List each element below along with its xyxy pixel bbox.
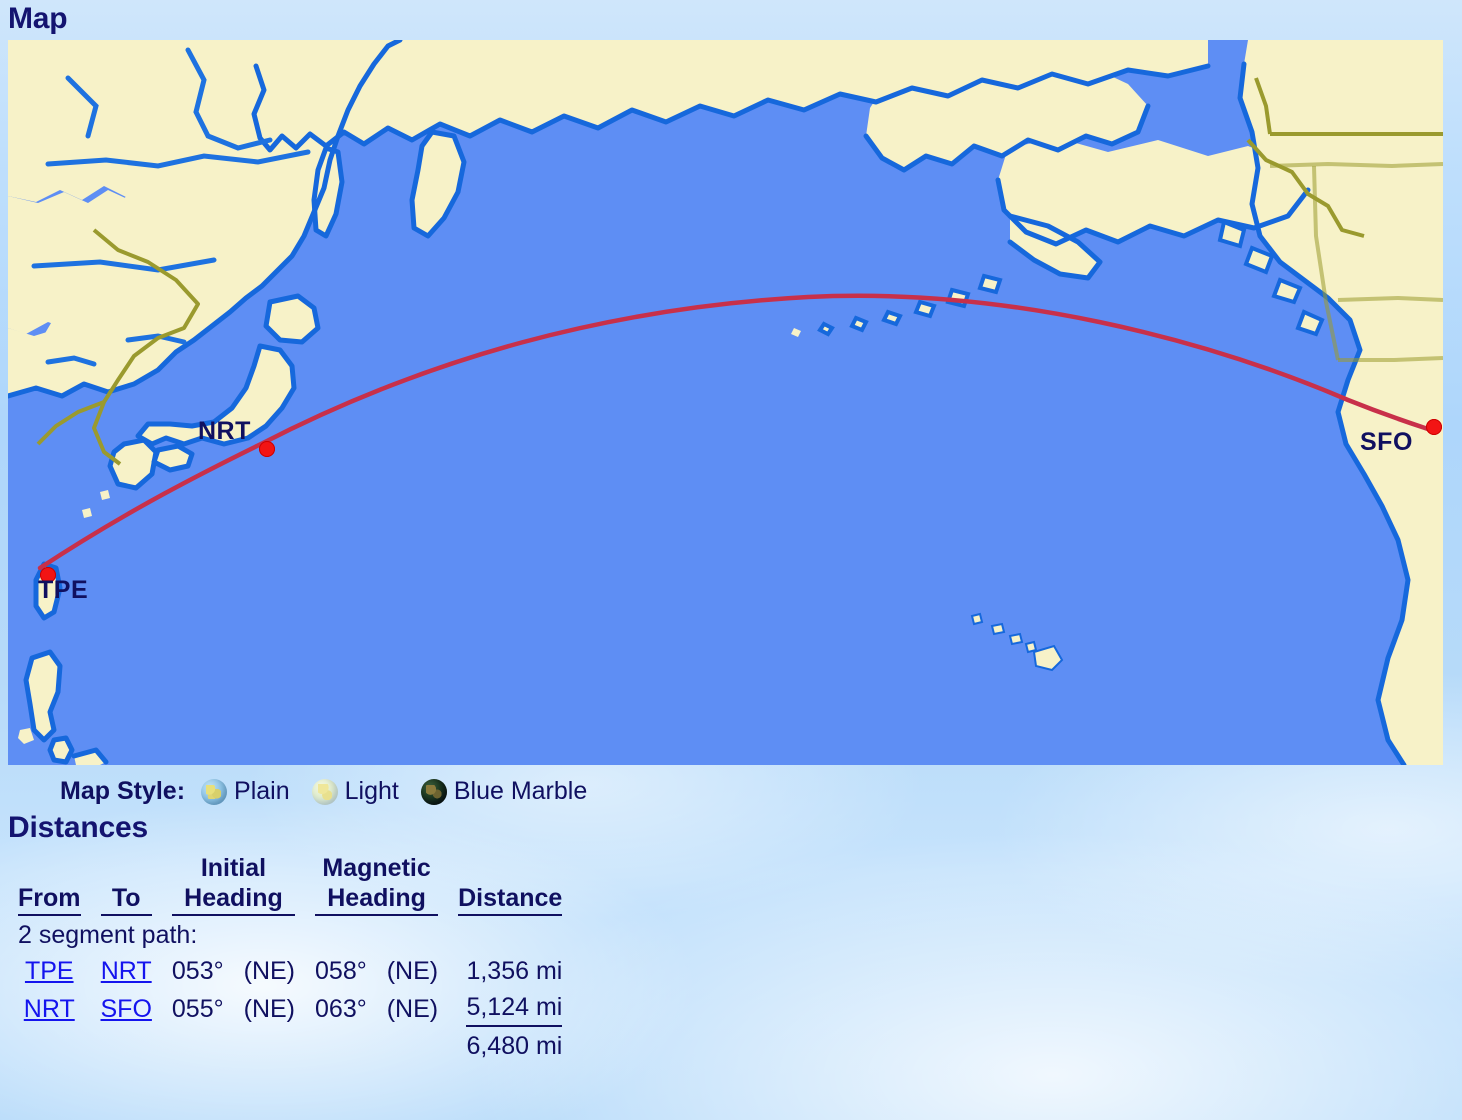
total-spacer xyxy=(8,1028,448,1064)
row-1-distance: 5,124 mi xyxy=(466,990,563,1027)
row-0-magnetic-heading: 058° xyxy=(315,957,367,985)
marker-sfo[interactable] xyxy=(1426,419,1442,435)
row-1-magnetic-heading: 063° xyxy=(315,994,367,1023)
segment-path-header-row: 2 segment path: xyxy=(8,917,572,953)
map-style-option-blue-marble[interactable]: Blue Marble xyxy=(420,777,588,806)
column-initial-heading: Initial Heading xyxy=(162,853,305,917)
globe-icon xyxy=(201,778,228,805)
table-row: TPE NRT 053° (NE) 058° (NE) 1,356 mi xyxy=(8,953,572,989)
row-1-to-cell: SFO xyxy=(91,989,162,1028)
column-initial-heading-label: Heading xyxy=(171,883,296,916)
map-graphic[interactable] xyxy=(8,40,1443,765)
marker-tpe[interactable] xyxy=(40,567,56,583)
row-0-magnetic-direction: (NE) xyxy=(386,957,439,985)
airport-link-from-1[interactable]: NRT xyxy=(24,995,75,1023)
map-style-option-light[interactable]: Light xyxy=(311,777,399,806)
column-to-label: To xyxy=(100,883,152,916)
segment-path-header: 2 segment path: xyxy=(18,921,198,949)
map-style-row: Map Style: Plain Light Blue Marble xyxy=(0,765,1462,809)
row-1-initial-heading: 055° xyxy=(171,994,224,1023)
globe-icon xyxy=(311,778,338,805)
row-1-magnetic-direction: (NE) xyxy=(386,994,439,1023)
column-initial-heading-top: Initial xyxy=(200,854,267,882)
distances-table: From To Initial Heading Magnetic Heading… xyxy=(8,853,572,1064)
column-distance-label: Distance xyxy=(458,883,563,916)
map-canvas[interactable]: TPE NRT SFO xyxy=(8,40,1443,765)
map-style-label: Map Style: xyxy=(60,777,186,805)
row-0-distance: 1,356 mi xyxy=(466,957,563,985)
row-1-from-cell: NRT xyxy=(8,989,91,1028)
map-style-option-light-label: Light xyxy=(344,777,399,805)
row-0-to-cell: NRT xyxy=(91,953,162,989)
airport-link-from-0[interactable]: TPE xyxy=(25,957,74,985)
column-to: To xyxy=(91,853,162,917)
table-header-row: From To Initial Heading Magnetic Heading… xyxy=(8,853,572,917)
distances-heading: Distances xyxy=(8,811,148,844)
row-0-initial-direction: (NE) xyxy=(243,957,296,985)
column-distance: Distance xyxy=(448,853,572,917)
row-1-distance-cell: 5,124 mi xyxy=(448,989,572,1028)
globe-icon xyxy=(420,778,447,805)
map-style-option-blue-marble-label: Blue Marble xyxy=(453,777,588,805)
row-1-initial-direction: (NE) xyxy=(243,994,296,1023)
row-0-from-cell: TPE xyxy=(8,953,91,989)
column-magnetic-heading: Magnetic Heading xyxy=(305,853,448,917)
column-from-label: From xyxy=(18,883,81,916)
airport-link-to-1[interactable]: SFO xyxy=(101,995,152,1023)
distances-block: From To Initial Heading Magnetic Heading… xyxy=(0,853,1462,1064)
airport-link-to-0[interactable]: NRT xyxy=(101,957,152,985)
table-row: NRT SFO 055° (NE) 063° (NE) 5,124 mi xyxy=(8,989,572,1028)
map-style-option-plain[interactable]: Plain xyxy=(201,777,290,806)
row-0-initial-heading: 053° xyxy=(171,957,224,985)
total-distance: 6,480 mi xyxy=(466,1032,563,1060)
table-total-row: 6,480 mi xyxy=(8,1028,572,1064)
column-magnetic-heading-top: Magnetic xyxy=(322,854,431,882)
page-title: Map xyxy=(8,2,68,35)
marker-nrt[interactable] xyxy=(259,441,275,457)
map-style-option-plain-label: Plain xyxy=(234,777,290,805)
column-from: From xyxy=(8,853,91,917)
column-magnetic-heading-label: Heading xyxy=(315,883,439,916)
